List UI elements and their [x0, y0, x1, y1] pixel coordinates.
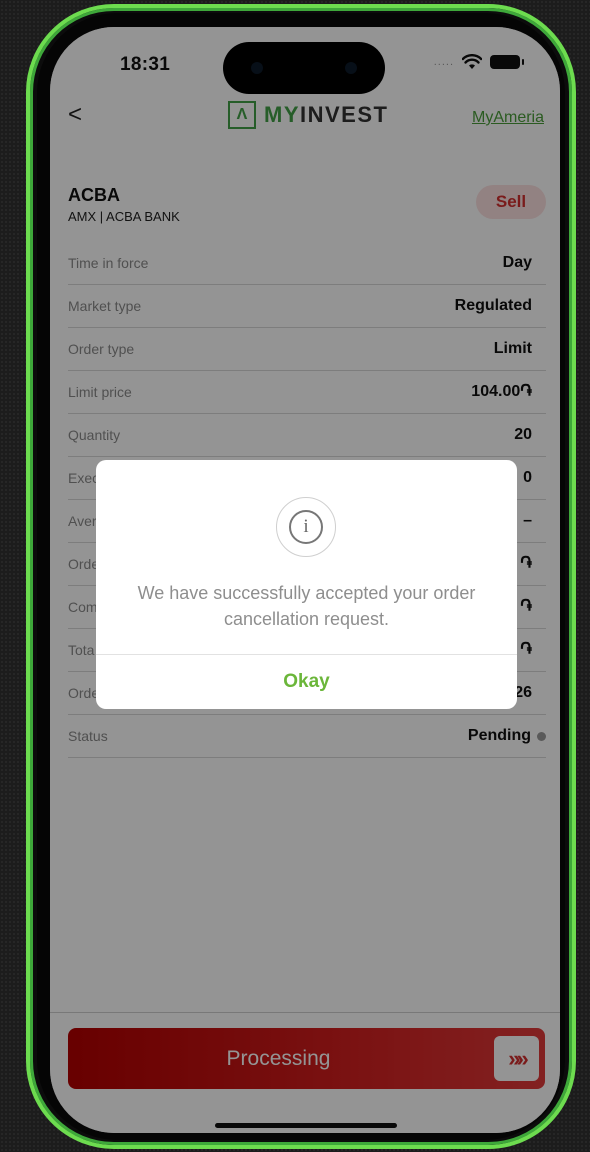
app-screen: 18:31 ..... < Λ MYINVEST MyAmeria ACBA A… [50, 27, 560, 1133]
dialog-message: We have successfully accepted your order… [137, 583, 476, 629]
info-icon: i [276, 497, 336, 557]
info-glyph: i [289, 510, 323, 544]
okay-button[interactable]: Okay [96, 655, 517, 709]
confirmation-dialog: i We have successfully accepted your ord… [96, 460, 517, 709]
